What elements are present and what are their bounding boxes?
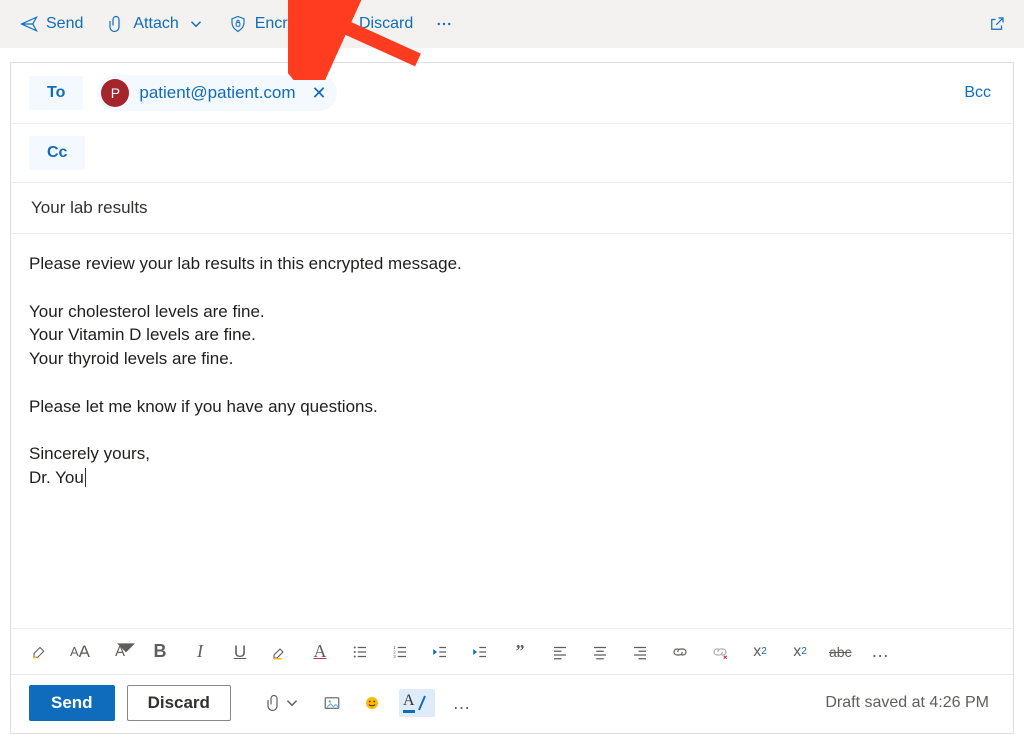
send-button-top[interactable]: Send <box>10 9 93 39</box>
align-right-button[interactable] <box>629 638 651 666</box>
bottom-more-button[interactable]: … <box>449 689 476 718</box>
recipient-email: patient@patient.com <box>139 83 295 103</box>
insert-link-button[interactable] <box>669 638 691 666</box>
draft-status: Draft saved at 4:26 PM <box>825 694 995 712</box>
remove-recipient-icon[interactable]: ✕ <box>312 83 327 104</box>
font-case-button[interactable]: AA <box>69 638 91 666</box>
attach-label: Attach <box>133 15 178 33</box>
quote-button[interactable]: ” <box>509 638 531 666</box>
svg-text:3: 3 <box>393 654 396 659</box>
send-icon <box>20 15 38 33</box>
more-actions-button[interactable] <box>427 9 461 39</box>
bold-button[interactable]: B <box>149 638 171 666</box>
unlink-icon <box>711 643 729 661</box>
chevron-down-icon <box>283 694 301 712</box>
subject-input[interactable] <box>29 197 995 219</box>
trash-icon <box>333 15 351 33</box>
bullets-icon <box>351 643 369 661</box>
format-painter-button[interactable] <box>29 638 51 666</box>
to-row: To P patient@patient.com ✕ Bcc <box>11 63 1013 124</box>
paint-roller-icon <box>31 643 49 661</box>
discard-label: Discard <box>359 15 413 33</box>
align-left-icon <box>551 643 569 661</box>
highlighter-icon <box>271 643 289 661</box>
align-center-icon <box>591 643 609 661</box>
ellipsis-icon <box>435 15 453 33</box>
align-right-icon <box>631 643 649 661</box>
align-left-button[interactable] <box>549 638 571 666</box>
smiley-icon <box>363 694 381 712</box>
bottom-icons: A … <box>261 689 476 718</box>
chevron-down-icon <box>187 15 205 33</box>
popout-icon <box>988 15 1006 33</box>
compose-toolbar: Send Attach Encrypt Discard <box>0 0 1024 48</box>
popout-button[interactable] <box>980 9 1014 39</box>
discard-button-bottom[interactable]: Discard <box>127 685 231 721</box>
discard-button-top[interactable]: Discard <box>323 9 423 39</box>
cc-row: Cc <box>11 124 1013 183</box>
to-field-button[interactable]: To <box>29 76 83 110</box>
link-icon <box>671 643 689 661</box>
paperclip-icon <box>265 694 283 712</box>
avatar: P <box>101 79 129 107</box>
highlight-button[interactable] <box>269 638 291 666</box>
compose-window: To P patient@patient.com ✕ Bcc Cc Please… <box>10 62 1014 734</box>
paperclip-icon <box>107 15 125 33</box>
insert-picture-button[interactable] <box>319 690 345 716</box>
font-color-button[interactable]: A <box>309 638 331 666</box>
indent-icon <box>471 643 489 661</box>
cc-field-button[interactable]: Cc <box>29 136 85 170</box>
insert-emoji-button[interactable] <box>359 690 385 716</box>
subject-row <box>11 183 1013 234</box>
send-button-bottom[interactable]: Send <box>29 685 115 721</box>
bottom-bar: Send Discard A … Draft saved at 4:26 PM <box>11 675 1013 733</box>
numbered-icon: 123 <box>391 643 409 661</box>
encrypt-label: Encrypt <box>255 15 309 33</box>
numbered-list-button[interactable]: 123 <box>389 638 411 666</box>
decrease-indent-button[interactable] <box>429 638 451 666</box>
bulleted-list-button[interactable] <box>349 638 371 666</box>
increase-indent-button[interactable] <box>469 638 491 666</box>
send-label: Send <box>46 15 83 33</box>
subscript-button[interactable]: x2 <box>789 638 811 666</box>
superscript-button[interactable]: x2 <box>749 638 771 666</box>
pen-icon <box>413 694 431 712</box>
italic-button[interactable]: I <box>189 638 211 666</box>
recipient-chip[interactable]: P patient@patient.com ✕ <box>97 75 336 111</box>
shield-lock-icon <box>229 15 247 33</box>
font-size-button[interactable]: A <box>109 638 131 666</box>
attach-inline-button[interactable] <box>261 690 305 716</box>
strikethrough-button[interactable]: abc <box>829 638 852 666</box>
format-toolbar: AA A B I U A 123 ” x2 x2 abc … <box>11 629 1013 675</box>
format-more-button[interactable]: … <box>870 638 892 666</box>
caret-icon <box>117 638 135 656</box>
underline-button[interactable]: U <box>229 638 251 666</box>
outdent-icon <box>431 643 449 661</box>
remove-link-button[interactable] <box>709 638 731 666</box>
encrypt-button[interactable]: Encrypt <box>219 9 319 39</box>
attach-button[interactable]: Attach <box>97 9 214 39</box>
toggle-format-bar-button[interactable]: A <box>399 689 435 717</box>
align-center-button[interactable] <box>589 638 611 666</box>
picture-icon <box>323 694 341 712</box>
message-body[interactable]: Please review your lab results in this e… <box>11 234 1013 629</box>
bcc-button[interactable]: Bcc <box>964 84 995 102</box>
